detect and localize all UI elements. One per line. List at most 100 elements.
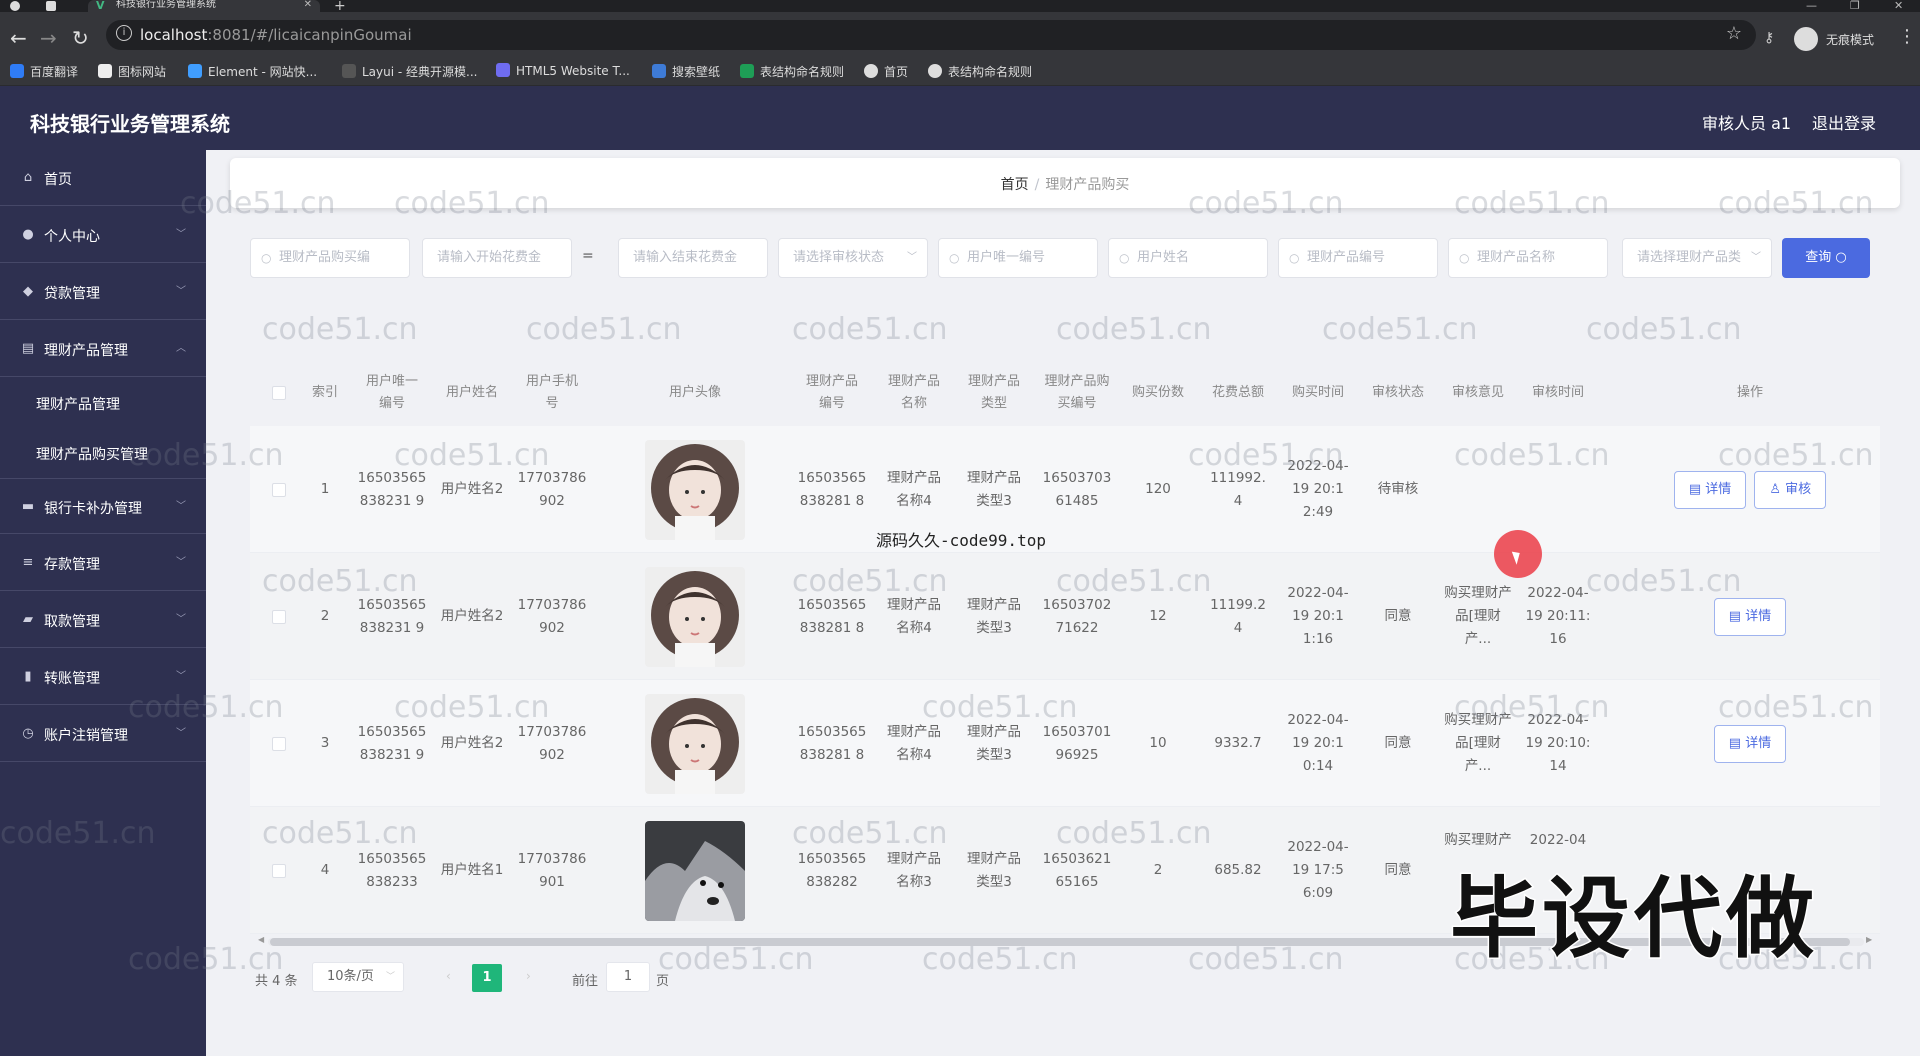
cell-user-name: 用户姓名2 [440,735,504,751]
bookmark-item[interactable]: 表结构命名规则 [928,63,1032,80]
row-checkbox[interactable] [264,807,294,934]
bookmark-item[interactable]: Layui - 经典开源模... [342,63,477,80]
html5-icon [496,63,510,77]
cell-phone: 17703786902 [517,723,587,763]
sidebar-item-profile[interactable]: ● 个人中心 ﹀ [0,207,206,263]
maximize-icon[interactable]: ❐ [1850,0,1860,12]
column-header: 审核意见 [1451,385,1504,400]
user-name-input[interactable]: ○ 用户姓名 [1108,238,1268,278]
browser-menu-icon[interactable]: ⋮ [1898,26,1916,47]
cell-opinion [1444,426,1512,553]
sidebar-item-loans[interactable]: ◆ 贷款管理 ﹀ [0,264,206,320]
sidebar-subitem-purchase-management[interactable]: 理财产品购买管理 [0,428,206,478]
sidebar-item-deposits[interactable]: ≡ 存款管理 ﹀ [0,535,206,591]
cell-product-type: 理财产品类型3 [967,850,1021,890]
audit-button[interactable]: ♙ 审核 [1754,470,1827,509]
prev-page-icon[interactable]: ‹ [446,969,451,983]
cell-index: 4 [320,862,330,878]
query-button[interactable]: 查询 ○ [1782,238,1870,278]
sidebar-subitem-product-management[interactable]: 理财产品管理 [0,378,206,428]
bookmark-item[interactable]: 首页 [864,63,908,80]
browser-tab[interactable]: V 科技银行业务管理系统 ✕ [88,0,320,12]
url-host: localhost [140,26,208,44]
incognito-icon[interactable] [1794,27,1818,51]
search-icon: ○ [1459,251,1470,265]
purchase-no-input[interactable]: ○ 理财产品购买编 [250,238,410,278]
cell-product-no: 16503565838282 [797,850,867,890]
product-no-input[interactable]: ○ 理财产品编号 [1278,238,1438,278]
cell-user-name: 用户姓名1 [440,862,504,878]
breadcrumb-separator: / [1034,177,1040,193]
cell-total: 9332.7 [1214,735,1262,751]
scroll-left-icon[interactable]: ◀ [258,935,264,944]
close-tab-icon[interactable]: ✕ [304,0,312,10]
sidebar-item-card-reissue[interactable]: ▬ 银行卡补办管理 ﹀ [0,478,206,534]
minimize-icon[interactable]: — [1806,0,1817,12]
sidebar-item-transfers[interactable]: ▮ 转账管理 ﹀ [0,649,206,705]
row-checkbox[interactable] [264,553,294,680]
sidebar-item-home[interactable]: ⌂ 首页 [0,150,206,206]
deposit-icon: ≡ [22,555,34,570]
bookmark-item[interactable]: 搜索壁纸 [652,63,720,80]
cell-product-name: 理财产品名称4 [887,723,941,763]
column-header: 用户姓名 [445,385,498,400]
user-no-input[interactable]: ○ 用户唯一编号 [938,238,1098,278]
product-type-select[interactable]: 请选择理财产品类 ﹀ [1622,238,1772,278]
sidebar-item-label: 账户注销管理 [44,728,128,744]
total-count: 共 4 条 [255,974,298,989]
row-checkbox[interactable] [264,680,294,807]
bookmark-item[interactable]: Element - 网站快... [188,63,317,80]
avatar [645,439,745,540]
cell-total: 111992.4 [1210,469,1266,509]
start-cost-input[interactable]: 请输入开始花费金 [422,238,572,278]
sidebar: ⌂ 首页 ● 个人中心 ﹀ ◆ 贷款管理 ﹀ ▤ 理财产品管理 ︿ 理财产品管理… [0,150,206,1056]
site-info-icon[interactable]: i [116,25,132,41]
reload-icon[interactable]: ↻ [72,26,89,50]
address-bar[interactable]: i localhost:8081/#/licaicanpinGoumai ☆ [106,20,1756,50]
range-separator: = [582,248,594,264]
key-icon[interactable]: ⚷ [1764,30,1774,46]
bookmark-item[interactable]: 表结构命名规则 [740,63,844,80]
sidebar-item-withdrawals[interactable]: ▰ 取款管理 ﹀ [0,592,206,648]
back-icon[interactable]: ← [10,26,27,50]
globe-icon [864,64,878,78]
goto-page-input[interactable]: 1 [606,962,650,992]
cell-user-name: 用户姓名2 [440,608,504,624]
cell-audit-time: 2022-04-19 20:10:14 [1525,712,1591,774]
select-all-checkbox[interactable] [264,360,294,426]
cell-status: 同意 [1384,735,1412,751]
column-header: 用户手机号 [525,374,578,411]
vue-favicon-icon: V [96,0,105,12]
forward-icon[interactable]: → [40,26,57,50]
breadcrumb-home[interactable]: 首页 [1001,177,1029,193]
audit-status-select[interactable]: 请选择审核状态 ﹀ [778,238,928,278]
window-icon [46,1,56,11]
bookmark-item[interactable]: 百度翻译 [10,63,78,80]
bookmark-item[interactable]: 图标网站 [98,63,166,80]
product-name-input[interactable]: ○ 理财产品名称 [1448,238,1608,278]
search-icon: ○ [1289,251,1300,265]
sidebar-item-account-closure[interactable]: ◷ 账户注销管理 ﹀ [0,706,206,762]
close-window-icon[interactable]: ✕ [1894,0,1903,12]
cell-actions: ▤ 详情 [1650,680,1850,807]
sidebar-item-label: 理财产品管理 [44,343,128,359]
scroll-right-icon[interactable]: ▶ [1866,935,1872,944]
layui-icon [342,64,356,78]
translate-icon [10,64,24,78]
sidebar-item-finance-products[interactable]: ▤ 理财产品管理 ︿ [0,321,206,377]
row-checkbox[interactable] [264,426,294,553]
page-size-select[interactable]: 10条/页 ﹀ [312,962,404,992]
logout-button[interactable]: 退出登录 [1812,110,1876,134]
page-number-active[interactable]: 1 [472,964,502,992]
detail-button[interactable]: ▤ 详情 [1713,597,1787,636]
next-page-icon[interactable]: › [526,969,531,983]
bookmark-item[interactable]: HTML5 Website T... [496,63,630,78]
column-header: 购买时间 [1291,385,1344,400]
end-cost-input[interactable]: 请输入结束花费金 [618,238,768,278]
detail-button[interactable]: ▤ 详情 [1673,470,1747,509]
sidebar-item-label: 首页 [44,172,72,188]
detail-button[interactable]: ▤ 详情 [1713,724,1787,763]
loan-icon: ◆ [23,284,33,299]
sidebar-item-label: 贷款管理 [44,286,100,302]
bookmark-star-icon[interactable]: ☆ [1726,23,1742,44]
